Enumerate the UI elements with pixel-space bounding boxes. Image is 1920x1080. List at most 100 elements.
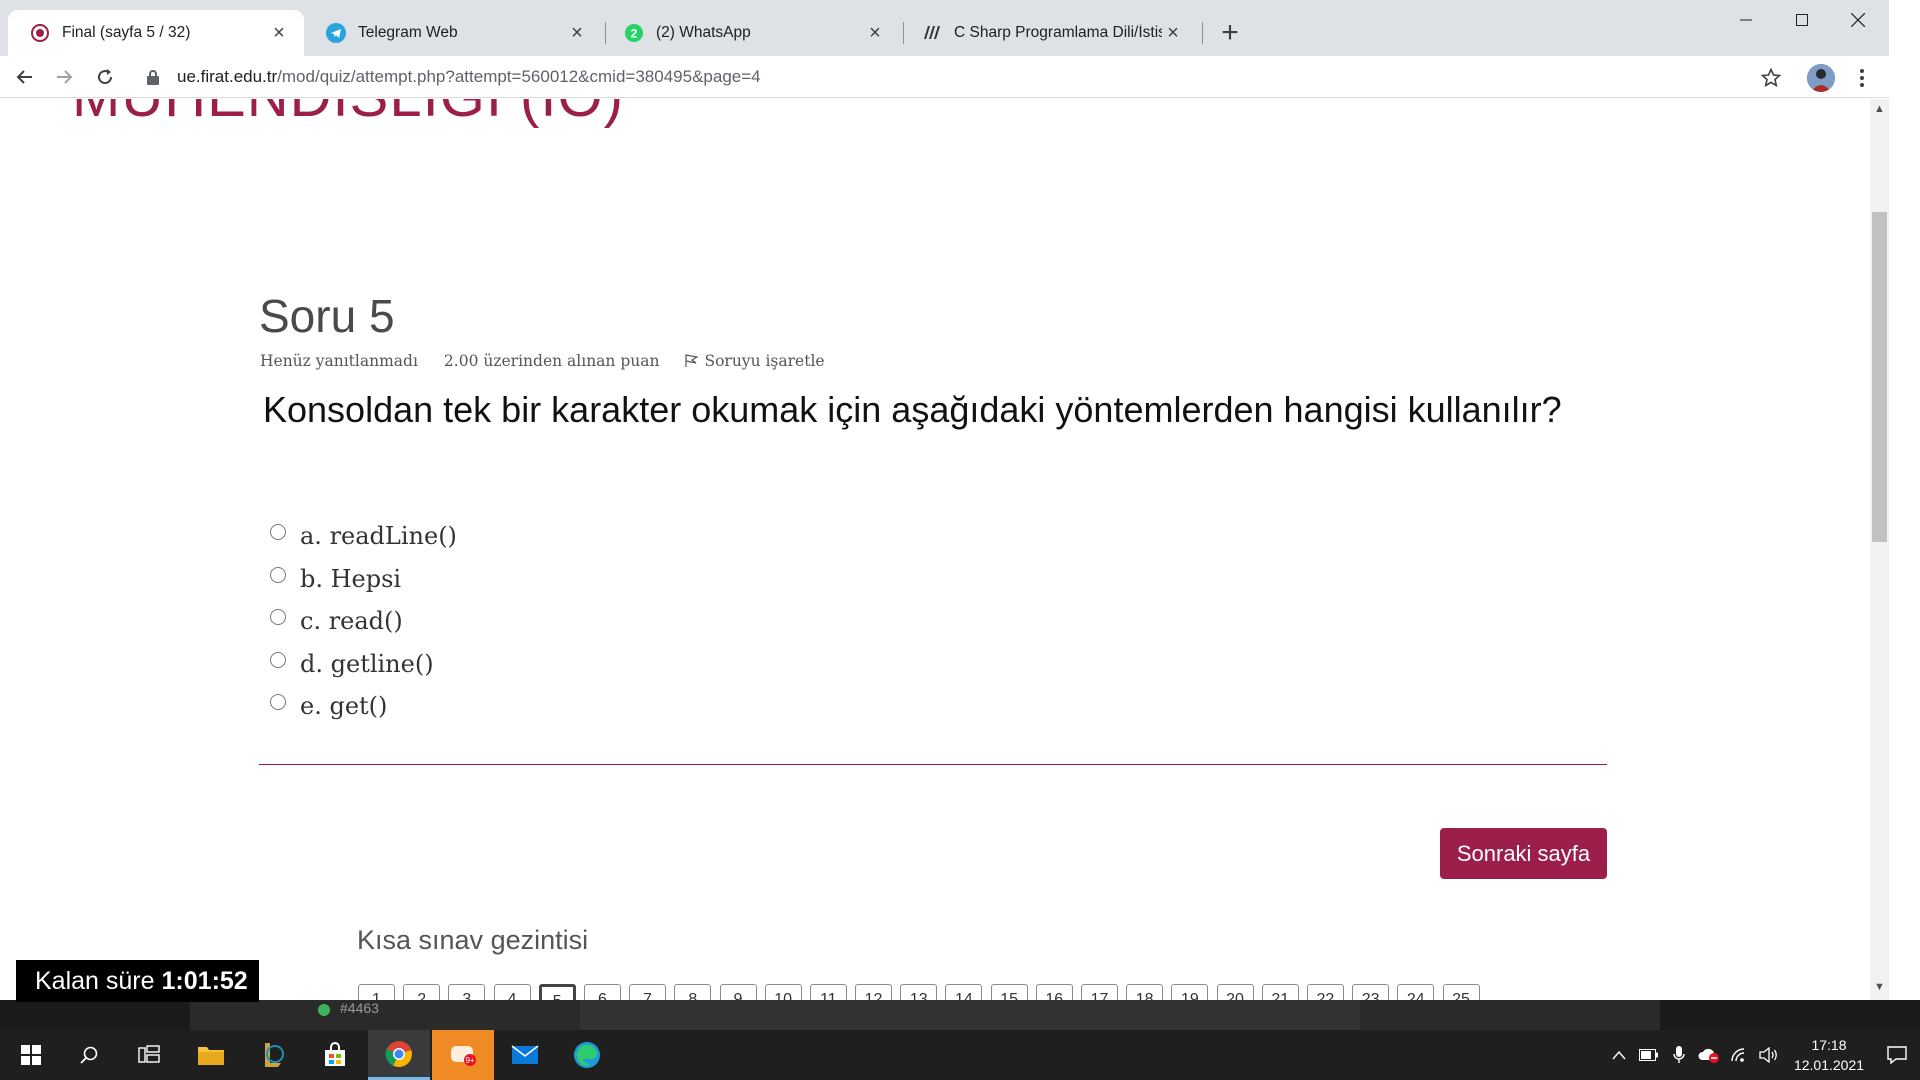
quiz-nav-button[interactable]: 16 <box>1035 984 1073 1000</box>
minimize-icon <box>1740 19 1752 21</box>
close-tab-icon[interactable]: × <box>1162 22 1184 44</box>
answer-label[interactable]: b. Hepsi <box>300 565 401 593</box>
back-button[interactable] <box>10 62 40 92</box>
quiz-nav-button[interactable]: 13 <box>900 984 938 1000</box>
next-page-button[interactable]: Sonraki sayfa <box>1440 828 1607 879</box>
microphone-icon[interactable] <box>1664 1030 1694 1080</box>
quiz-nav-button[interactable]: 10 <box>764 984 802 1000</box>
quiz-nav-button[interactable]: 18 <box>1126 984 1164 1000</box>
tab-title: Telegram Web <box>358 24 458 41</box>
radio-button[interactable] <box>270 566 286 583</box>
quiz-nav-button[interactable]: 9 <box>719 984 757 1000</box>
quiz-nav-button[interactable]: 15 <box>990 984 1028 1000</box>
address-bar[interactable]: ue.firat.edu.tr/mod/quiz/attempt.php?att… <box>133 59 1773 95</box>
league-of-legends-button[interactable] <box>242 1030 304 1080</box>
browser-toolbar: ue.firat.edu.tr/mod/quiz/attempt.php?att… <box>0 56 1889 98</box>
quiz-nav-button[interactable]: 11 <box>809 984 847 1000</box>
quiz-nav-button[interactable]: 1 <box>358 984 395 1000</box>
answer-label[interactable]: a. readLine() <box>300 522 457 550</box>
task-view-icon <box>138 1045 160 1063</box>
quiz-nav-button[interactable]: 25 <box>1442 984 1480 1000</box>
quiz-nav-button[interactable]: 14 <box>945 984 983 1000</box>
windows-taskbar: 9+ 17:18 12.01.2021 <box>0 1030 1920 1080</box>
chevron-up-icon[interactable] <box>1604 1030 1634 1080</box>
chrome-taskbar-button[interactable] <box>368 1030 430 1080</box>
notification-center-button[interactable] <box>1874 1030 1920 1080</box>
close-tab-icon[interactable]: × <box>864 22 886 44</box>
scroll-up-arrow-icon[interactable]: ▲ <box>1870 103 1889 117</box>
time-remaining-value: 1:01:52 <box>161 966 248 995</box>
quiz-nav-button[interactable]: 23 <box>1352 984 1390 1000</box>
whatsapp-icon: 2 <box>624 23 644 43</box>
quiz-nav-button[interactable]: 17 <box>1081 984 1118 1000</box>
mail-icon <box>511 1045 539 1064</box>
system-clock[interactable]: 17:18 12.01.2021 <box>1784 1035 1874 1075</box>
quiz-nav-button[interactable]: 4 <box>493 984 531 1000</box>
search-button[interactable] <box>58 1030 120 1080</box>
forward-button[interactable] <box>49 62 79 92</box>
background-window-edge <box>1889 0 1920 1000</box>
radio-button[interactable] <box>270 524 286 541</box>
quiz-nav-button[interactable]: 7 <box>629 984 667 1000</box>
quiz-nav-button[interactable]: 21 <box>1261 984 1299 1000</box>
edge-button[interactable] <box>556 1030 618 1080</box>
reload-button[interactable] <box>90 62 120 92</box>
profile-avatar[interactable] <box>1807 64 1835 92</box>
answer-option-e[interactable]: e. get() <box>270 685 457 728</box>
game-app-button[interactable]: 9+ <box>432 1030 494 1080</box>
quiz-nav-button[interactable]: 3 <box>448 984 486 1000</box>
quiz-nav-button[interactable]: 6 <box>583 984 621 1000</box>
microsoft-store-button[interactable] <box>304 1030 366 1080</box>
quiz-nav-button[interactable]: 12 <box>855 984 893 1000</box>
quiz-nav-button[interactable]: 2 <box>403 984 441 1000</box>
close-window-button[interactable] <box>1830 0 1886 40</box>
chrome-icon <box>385 1040 412 1067</box>
mail-button[interactable] <box>494 1030 556 1080</box>
flag-question-link[interactable]: Soruyu işaretle <box>685 352 850 370</box>
onedrive-error-icon[interactable] <box>1694 1030 1724 1080</box>
radio-button[interactable] <box>270 651 286 668</box>
new-tab-button[interactable]: + <box>1215 16 1245 49</box>
start-button[interactable] <box>0 1030 62 1080</box>
section-divider <box>259 764 1607 765</box>
scroll-thumb[interactable] <box>1872 212 1887 542</box>
answer-option-b[interactable]: b. Hepsi <box>270 558 457 601</box>
tab-csharp-wikibooks[interactable]: C Sharp Programlama Dili/İstisna × <box>900 10 1198 56</box>
url-text: ue.firat.edu.tr/mod/quiz/attempt.php?att… <box>177 67 761 86</box>
radio-button[interactable] <box>270 609 286 626</box>
answer-label[interactable]: c. read() <box>300 607 403 635</box>
scroll-down-arrow-icon[interactable]: ▼ <box>1870 981 1889 995</box>
file-explorer-button[interactable] <box>180 1030 242 1080</box>
tab-separator <box>1202 22 1203 44</box>
close-tab-icon[interactable]: × <box>268 22 290 44</box>
quiz-nav-button[interactable]: 24 <box>1397 984 1435 1000</box>
answer-option-a[interactable]: a. readLine() <box>270 515 457 558</box>
quiz-nav-button[interactable]: 22 <box>1306 984 1344 1000</box>
quiz-nav-button[interactable]: 5 <box>538 984 576 1000</box>
answer-label[interactable]: d. getline() <box>300 650 434 678</box>
quiz-nav-button[interactable]: 8 <box>674 984 712 1000</box>
edge-icon <box>574 1042 600 1068</box>
radio-button[interactable] <box>270 694 286 711</box>
quiz-navigation-title: Kısa sınav gezintisi <box>357 925 589 955</box>
tab-final-quiz[interactable]: Final (sayfa 5 / 32) × <box>8 10 304 56</box>
tab-whatsapp[interactable]: 2 (2) WhatsApp × <box>602 10 900 56</box>
wifi-icon[interactable] <box>1724 1030 1754 1080</box>
question-status: Henüz yanıtlanmadı <box>260 352 418 370</box>
tab-telegram[interactable]: Telegram Web × <box>304 10 602 56</box>
answer-option-d[interactable]: d. getline() <box>270 643 457 686</box>
quiz-nav-button[interactable]: 20 <box>1216 984 1254 1000</box>
task-view-button[interactable] <box>118 1030 180 1080</box>
chrome-menu-icon[interactable] <box>1848 64 1876 92</box>
bookmark-star-icon[interactable] <box>1757 64 1785 92</box>
answer-label[interactable]: e. get() <box>300 692 387 720</box>
answer-option-c[interactable]: c. read() <box>270 600 457 643</box>
quiz-nav-button[interactable]: 19 <box>1171 984 1209 1000</box>
maximize-button[interactable] <box>1774 0 1830 40</box>
page-scrollbar[interactable]: ▲ ▼ <box>1870 99 1889 1000</box>
volume-icon[interactable] <box>1754 1030 1784 1080</box>
close-tab-icon[interactable]: × <box>566 22 588 44</box>
minimize-button[interactable] <box>1718 0 1774 40</box>
online-status-dot <box>318 1004 330 1016</box>
battery-icon[interactable] <box>1634 1030 1664 1080</box>
